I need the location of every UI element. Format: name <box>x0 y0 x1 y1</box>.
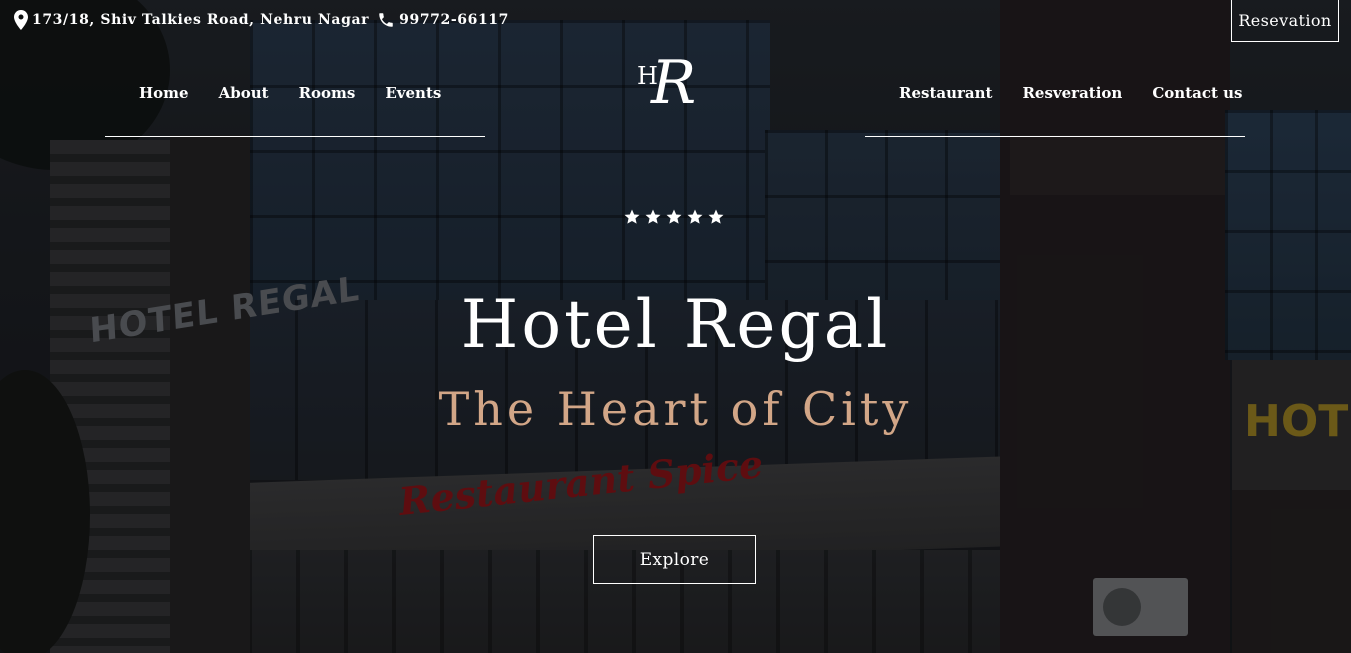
address-item: 173/18, Shiv Talkies Road, Nehru Nagar <box>14 10 369 30</box>
nav-home[interactable]: Home <box>139 84 189 102</box>
star-rating <box>623 208 725 226</box>
hero-title: Hotel Regal <box>460 286 891 364</box>
star-icon <box>666 209 682 224</box>
nav-events[interactable]: Events <box>385 84 441 102</box>
map-pin-icon <box>14 10 28 30</box>
address-text: 173/18, Shiv Talkies Road, Nehru Nagar <box>32 12 370 28</box>
star-icon <box>645 209 661 224</box>
nav-rooms[interactable]: Rooms <box>299 84 356 102</box>
phone-icon <box>379 13 393 27</box>
nav-about[interactable]: About <box>219 84 269 102</box>
nav-contact[interactable]: Contact us <box>1152 84 1242 102</box>
nav-divider-left <box>105 136 485 137</box>
contact-bar: 173/18, Shiv Talkies Road, Nehru Nagar 9… <box>14 10 509 30</box>
nav-reservation[interactable]: Resveration <box>1022 84 1122 102</box>
star-icon <box>687 209 703 224</box>
nav-divider-right <box>865 136 1245 137</box>
phone-item[interactable]: 99772-66117 <box>377 11 509 29</box>
star-icon <box>708 209 724 224</box>
logo[interactable]: H R <box>637 48 717 118</box>
nav-restaurant[interactable]: Restaurant <box>899 84 992 102</box>
nav-left: Home About Rooms Events <box>139 84 441 102</box>
reservation-top-button[interactable]: Resevation <box>1231 0 1339 42</box>
logo-letter-r: R <box>651 48 697 118</box>
star-icon <box>624 209 640 224</box>
nav-right: Restaurant Resveration Contact us <box>899 84 1242 102</box>
phone-text: 99772-66117 <box>399 12 509 28</box>
explore-button[interactable]: Explore <box>593 535 756 584</box>
hero-subtitle: The Heart of City <box>438 382 913 436</box>
